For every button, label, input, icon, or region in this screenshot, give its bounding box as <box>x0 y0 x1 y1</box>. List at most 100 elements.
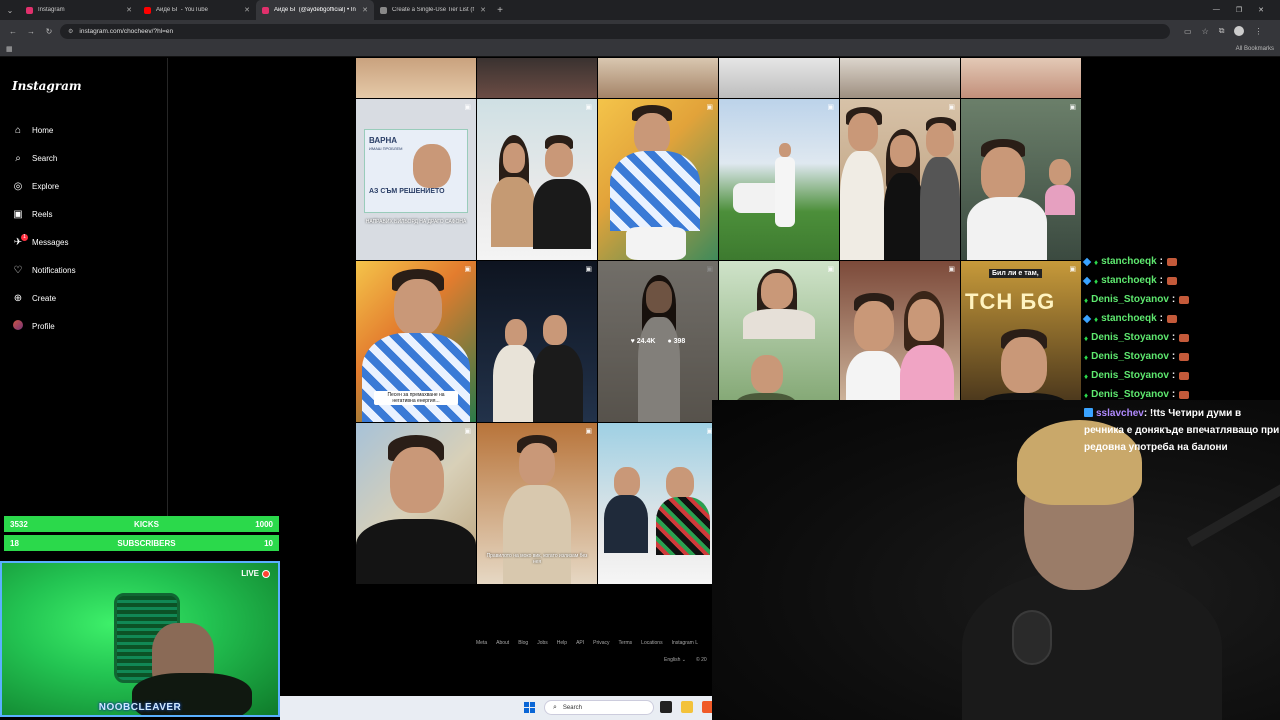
person-face <box>519 443 555 485</box>
person-face <box>779 143 791 157</box>
taskbar-search[interactable]: ⌕ Search <box>544 700 654 715</box>
chat-text: : <box>1171 389 1176 400</box>
nav-messages[interactable]: ✈ 1 Messages <box>12 228 76 256</box>
footer-link[interactable]: Jobs <box>537 640 548 646</box>
profile-icon <box>12 319 24 333</box>
instagram-nav: ⌂ Home ⌕ Search ◎ Explore ▣ Reels ✈ 1 Me… <box>12 116 76 340</box>
shield-badge-icon: ♦ <box>1094 314 1099 324</box>
windows-start-icon[interactable] <box>524 702 535 713</box>
address-bar[interactable]: ⚙ instagram.com/chocheev/?hl=en <box>60 23 1170 39</box>
nav-profile[interactable]: Profile <box>12 312 76 340</box>
nav-notifications[interactable]: ♡ Notifications <box>12 256 76 284</box>
post-tile[interactable]: ▣ <box>840 261 960 422</box>
post-tile[interactable]: ▣ Правилото на моко вик, когато излизам … <box>477 423 597 584</box>
person-face <box>666 467 694 499</box>
task-view-icon[interactable] <box>660 701 672 713</box>
post-tile[interactable]: ▣ <box>598 423 718 584</box>
back-arrow-icon[interactable]: ← <box>6 27 20 36</box>
streamer-name: NOOBCLEAVER <box>98 702 182 713</box>
nav-create[interactable]: ⊕ Create <box>12 284 76 312</box>
billboard-sub: ИМАШ ПРОБЛЕМ <box>369 146 403 151</box>
extensions-icon[interactable]: ⧉ <box>1219 26 1225 36</box>
chat-username: Denis_Stoyanov <box>1091 294 1169 305</box>
post-tile[interactable] <box>840 58 960 98</box>
cast-icon[interactable]: ▭ <box>1184 27 1192 36</box>
post-tile[interactable]: ▣ <box>477 261 597 422</box>
post-tile[interactable]: ▣ <box>840 99 960 260</box>
menu-dots-icon[interactable]: ⋮ <box>1254 27 1262 36</box>
kicks-current: 3532 <box>10 519 28 529</box>
nav-label: Create <box>32 293 57 303</box>
post-tile[interactable]: ▣ Бил ли е там, ТСН БG <box>961 261 1081 422</box>
person-face <box>854 301 894 351</box>
site-info-icon[interactable]: ⚙ <box>68 28 73 35</box>
profile-avatar[interactable] <box>1234 26 1245 36</box>
footer-link[interactable]: Privacy <box>593 640 609 646</box>
close-icon[interactable]: ✕ <box>244 6 250 14</box>
tab-2[interactable]: Айде БГ (@aydebgofficial) • In ✕ <box>256 0 374 20</box>
footer-link[interactable]: Locations <box>641 640 662 646</box>
nav-explore[interactable]: ◎ Explore <box>12 172 76 200</box>
footer-link[interactable]: Meta <box>476 640 487 646</box>
chat-username: sslavchev <box>1096 408 1144 419</box>
forward-arrow-icon[interactable]: → <box>24 27 38 36</box>
footer-link[interactable]: Blog <box>518 640 528 646</box>
close-icon[interactable]: ✕ <box>362 6 368 14</box>
tab-1[interactable]: Айде БГ - YouTube ✕ <box>138 0 256 20</box>
nav-reels[interactable]: ▣ Reels <box>12 200 76 228</box>
footer-link[interactable]: Instagram L <box>672 640 698 646</box>
restore-icon[interactable]: ❐ <box>1236 6 1242 14</box>
post-tile[interactable]: ▣ <box>719 99 839 260</box>
post-tile[interactable] <box>477 58 597 98</box>
close-window-icon[interactable]: ✕ <box>1258 6 1264 14</box>
browser-toolbar: ← → ↻ ⚙ instagram.com/chocheev/?hl=en ▭ … <box>0 20 1280 42</box>
chat-username: stanchoeqk <box>1101 313 1157 324</box>
post-tile[interactable] <box>356 58 476 98</box>
footer-link[interactable]: Terms <box>619 640 633 646</box>
footer-link[interactable]: API <box>576 640 584 646</box>
post-tile-hovered[interactable]: ▣ ♥ 24.4K ● 398 <box>598 261 718 422</box>
person-face <box>545 143 573 177</box>
post-tile-billboard[interactable]: ▣ ВАРНА ИМАШ ПРОБЛЕМ АЗ СЪМ РЕШЕНИЕТО НА… <box>356 99 476 260</box>
reel-icon: ▣ <box>1069 266 1076 273</box>
chat-text: : <box>1171 332 1176 343</box>
file-explorer-icon[interactable] <box>681 701 693 713</box>
post-tile[interactable]: ▣ <box>961 99 1081 260</box>
post-tile[interactable] <box>719 58 839 98</box>
star-icon[interactable]: ☆ <box>1202 27 1209 36</box>
close-icon[interactable]: ✕ <box>480 6 486 14</box>
tab-search-icon[interactable]: ⌄ <box>0 0 20 20</box>
nav-home[interactable]: ⌂ Home <box>12 116 76 144</box>
new-tab-button[interactable]: + <box>492 5 508 16</box>
streamer-webcam-small: LIVE NOOBCLEAVER <box>0 561 280 717</box>
tab-title: Айде БГ (@aydebgofficial) • In <box>274 7 356 13</box>
tab-3[interactable]: Create a Single-Use Tier List (f ✕ <box>374 0 492 20</box>
instagram-logo[interactable]: Instagram <box>12 79 82 93</box>
apps-grid-icon[interactable]: ▦ <box>6 45 13 53</box>
tab-0[interactable]: Instagram ✕ <box>20 0 138 20</box>
nav-search[interactable]: ⌕ Search <box>12 144 76 172</box>
person-body <box>967 197 1047 260</box>
heart-icon: ♡ <box>13 264 23 276</box>
post-tile[interactable]: ▣ <box>477 99 597 260</box>
post-tile[interactable]: ▣ <box>356 423 476 584</box>
language-select[interactable]: English ⌄ <box>664 657 686 663</box>
hover-stats: ♥ 24.4K ● 398 <box>598 261 718 422</box>
minimize-icon[interactable]: — <box>1213 6 1220 14</box>
footer-link[interactable]: About <box>496 640 509 646</box>
post-tile[interactable] <box>598 58 718 98</box>
person-legs <box>626 227 686 260</box>
chat-message: ♦ stanchoeqk : <box>1082 252 1280 271</box>
post-tile[interactable]: ▣ <box>719 261 839 422</box>
reload-icon[interactable]: ↻ <box>42 27 56 36</box>
post-tile[interactable]: ▣ Песен за премахване на негативна енерг… <box>356 261 476 422</box>
post-tile[interactable] <box>961 58 1081 98</box>
all-bookmarks-link[interactable]: All Bookmarks <box>1236 46 1274 52</box>
person-face <box>614 467 640 497</box>
microphone <box>1012 610 1052 665</box>
nav-label: Notifications <box>32 265 76 275</box>
close-icon[interactable]: ✕ <box>126 6 132 14</box>
chat-username: Denis_Stoyanov <box>1091 351 1169 362</box>
post-tile[interactable]: ▣ <box>598 99 718 260</box>
footer-link[interactable]: Help <box>557 640 567 646</box>
